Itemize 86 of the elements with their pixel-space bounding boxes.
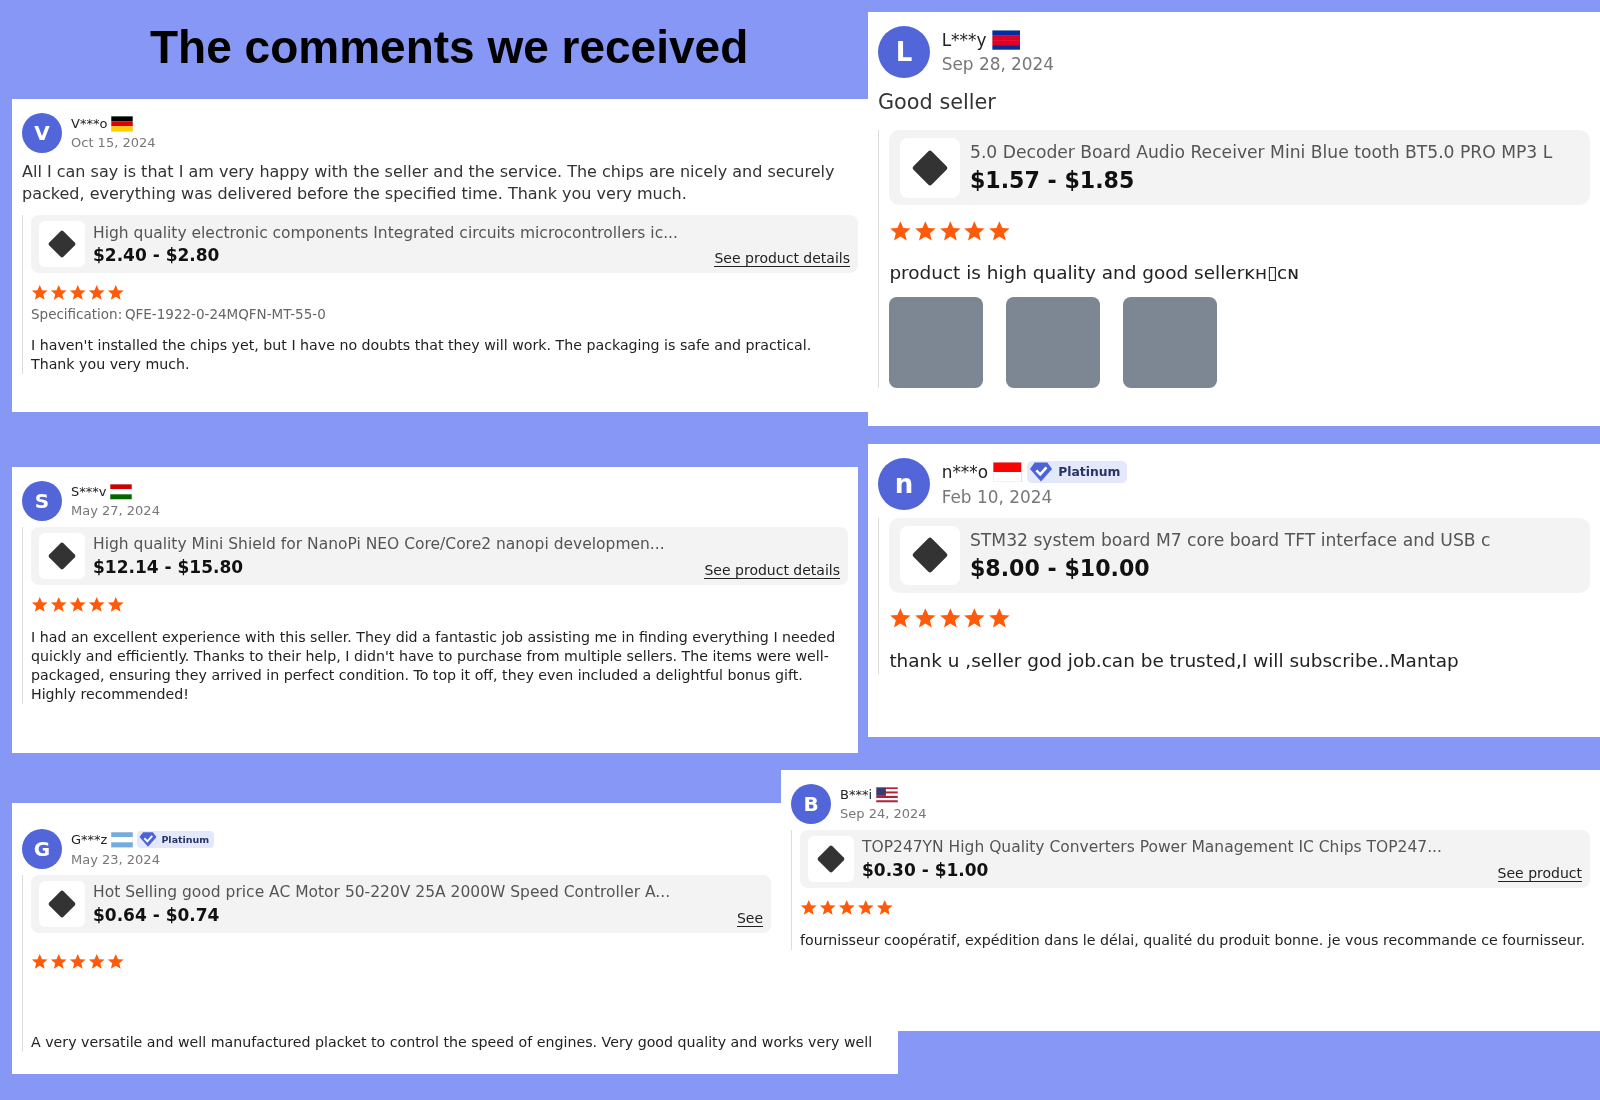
review-text: A very versatile and well manufactured placket to control the speed of engines. Very good quality and works very well (31, 1032, 874, 1052)
product-details-link[interactable]: See product details (704, 562, 840, 579)
star-icon (50, 284, 68, 302)
specification-value: QFE-1922-0-24MQFN-MT-55-0 (124, 305, 326, 322)
product-price: $2.40 - $2.80 (93, 245, 221, 266)
review-date: Sep 28, 2024 (941, 54, 1055, 75)
review-comment: Good seller (878, 89, 997, 117)
product-title: High quality Mini Shield for NanoPi NEO Core/Core2 nanopi developmen... (93, 535, 666, 554)
badge-label: Platinum (161, 834, 210, 846)
product-price: $0.30 - $1.00 (862, 859, 990, 880)
review-date: May 23, 2024 (71, 851, 161, 867)
flag-icon (993, 461, 1022, 482)
avatar-circle: n (878, 458, 930, 510)
star-icon (31, 596, 49, 614)
diamond-check-icon (138, 831, 159, 849)
product-photo-placeholder (39, 881, 85, 927)
product-details-link[interactable]: See (736, 910, 763, 927)
star-icon (107, 596, 125, 614)
star-icon (31, 284, 49, 302)
flag-icon (111, 116, 134, 132)
star-icon (69, 596, 87, 614)
star-icon (876, 899, 894, 917)
star-icon (838, 899, 856, 917)
star-icon (50, 953, 68, 971)
star-icon (800, 899, 818, 917)
star-icon (938, 219, 962, 243)
review-comment: All I can say is that I am very happy with the seller and the service. The chips are nicely and securely packed, everything was delivered before the specified time. Thank you very much. (22, 161, 836, 206)
review-text: thank u ,seller god job.can be trusted,I will subscribe..Mantap (889, 648, 1460, 673)
star-icon (963, 219, 987, 243)
product-title: STM32 system board M7 core board TFT interface and USB c (969, 530, 1492, 551)
product-details-link[interactable]: See product (1497, 865, 1582, 882)
product-details-link[interactable]: See product details (714, 250, 850, 268)
reviewer-name: B***i (840, 787, 873, 803)
flag-icon (991, 29, 1021, 50)
product-photo-placeholder (899, 525, 960, 586)
reviewer-name: G***z (71, 832, 108, 848)
product-price: $8.00 - $10.00 (969, 554, 1151, 581)
reviewer-name: S***v (71, 484, 107, 500)
avatar-circle: S (22, 481, 62, 521)
product-photo-placeholder (808, 836, 854, 882)
star-icon (857, 899, 875, 917)
badge-label: Platinum (1058, 464, 1121, 479)
review-text: I haven't installed the chips yet, but I have no doubts that they will work. The packaging is safe and practical. Thank you very much. (31, 336, 813, 375)
star-icon (69, 953, 87, 971)
review-text: I had an excellent experience with this seller. They did a fantastic job assisting me in finding everything I needed quickly and efficiently. Thanks to their help, I didn't have to purchase from multiple sellers. The items were well-packaged, ensuring they arrived in perfect condition. To top it off, they even included a delightful bonus gift. Highly recommended! (31, 627, 837, 705)
product-price: $0.64 - $0.74 (93, 904, 221, 925)
flag-icon (876, 787, 899, 803)
avatar-circle: B (791, 784, 831, 824)
product-photo-placeholder (899, 137, 960, 198)
reviewer-name: n***o (941, 461, 989, 482)
avatar-circle: V (22, 113, 62, 153)
star-icon (107, 953, 125, 971)
product-price: $12.14 - $15.80 (93, 556, 245, 577)
star-icon (819, 899, 837, 917)
review-date: Feb 10, 2024 (941, 487, 1054, 508)
review-date: May 27, 2024 (71, 503, 160, 518)
flag-icon (110, 484, 133, 500)
product-title: High quality electronic components Integrated circuits microcontrollers ic... (93, 223, 679, 242)
review-text: fournisseur coopératif, expédition dans le délai, qualité du produit bonne. je vous recommande ce fournisseur. (800, 930, 1587, 950)
product-title: 5.0 Decoder Board Audio Receiver Mini Blue tooth BT5.0 PRO MP3 L (969, 142, 1554, 163)
diamond-check-icon (1028, 460, 1055, 483)
star-icon (107, 284, 125, 302)
product-photo-placeholder (39, 533, 85, 579)
reviewer-name: V***o (71, 116, 108, 132)
star-icon (914, 219, 937, 243)
reviewer-name: L***y (941, 29, 987, 50)
review-date: Oct 15, 2024 (71, 135, 156, 150)
avatar-circle: L (878, 26, 930, 78)
star-icon (31, 953, 49, 971)
review-date: Sep 24, 2024 (840, 806, 927, 821)
star-icon (50, 596, 68, 614)
star-icon (988, 219, 1011, 243)
product-price: $1.57 - $1.85 (969, 166, 1136, 193)
star-icon (88, 284, 106, 302)
avatar-circle: G (22, 829, 62, 869)
star-icon (88, 953, 106, 971)
star-icon (88, 596, 106, 614)
specification-label: Specification: (31, 305, 123, 322)
flag-icon (111, 832, 134, 848)
review-text: product is high quality and good sellerᴋʜ▯ᴄɴ (889, 260, 1300, 285)
star-icon (69, 284, 87, 302)
product-title: TOP247YN High Quality Converters Power Management IC Chips TOP247... (862, 838, 1443, 857)
product-title: Hot Selling good price AC Motor 50-220V 25A 2000W Speed Controller A... (93, 883, 672, 902)
product-photo-placeholder (39, 221, 85, 268)
star-icon (889, 219, 913, 243)
page-heading: The comments we received (150, 20, 749, 74)
